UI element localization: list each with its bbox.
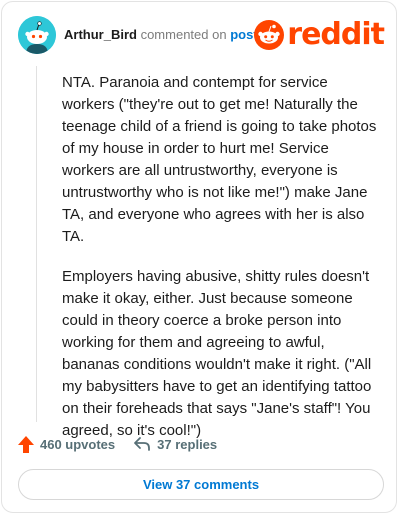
comment-body: NTA. Paranoia and contempt for service w… [62,72,382,460]
comment-meta: Arthur_Bird commented on post [64,27,258,43]
reply-count: 37 replies [157,436,218,452]
view-comments-button[interactable]: View 37 comments [18,469,384,500]
snoo-avatar-icon[interactable] [18,16,56,54]
comment-card: Arthur_Bird commented on post reddit NTA… [1,1,397,513]
commented-on-text: commented on [140,27,227,42]
comment-paragraph: Employers having abusive, shitty rules d… [62,268,372,439]
thread-line [36,66,37,422]
comment-header: Arthur_Bird commented on post reddit [18,16,385,54]
username-link[interactable]: Arthur_Bird [64,27,137,42]
reddit-logo[interactable]: reddit [254,17,385,52]
upvote-count: 460 upvotes [40,436,116,452]
upvote-button[interactable]: 460 upvotes [18,435,116,453]
reddit-logo-text: reddit [287,17,385,52]
replies-button[interactable]: 37 replies [133,436,217,452]
comment-paragraph: NTA. Paranoia and contempt for service w… [62,74,377,245]
upvote-arrow-icon [18,435,34,453]
comment-actions: 460 upvotes 37 replies [18,434,384,454]
reddit-logo-icon [254,20,285,50]
reply-arrow-icon [134,437,151,451]
